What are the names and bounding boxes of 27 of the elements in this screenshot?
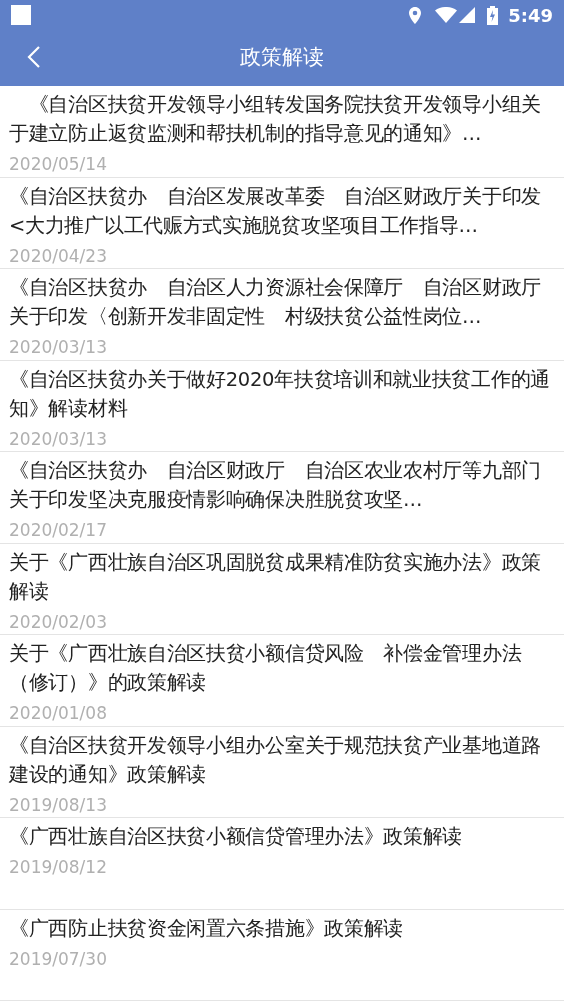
article-link[interactable]: 《自治区扶贫办 自治区发展改革委 自治区财政厅关于印发<大力推广以工代赈方式实施脱贫攻坚项目工作指导…: [9, 181, 555, 240]
article-date: 2020/02/17: [9, 519, 107, 542]
wifi-icon: [435, 7, 458, 23]
article-link[interactable]: 关于《广西壮族自治区巩固脱贫成果精准防贫实施办法》政策解读: [9, 547, 555, 606]
page-title: 政策解读: [240, 44, 324, 72]
article-date: 2020/01/08: [9, 702, 107, 725]
clock-time: 5:49: [508, 3, 553, 28]
article-date: 2019/07/30: [9, 947, 107, 971]
article-date: 2020/05/14: [9, 153, 107, 176]
battery-charging-icon: [487, 5, 499, 25]
article-link[interactable]: 《自治区扶贫办 自治区人力资源社会保障厅 自治区财政厅关于印发〈创新开发非固定性 村级扶贫公益性岗位…: [9, 273, 555, 331]
article-date: 2020/02/03: [9, 610, 107, 634]
article-link[interactable]: 《自治区扶贫开发领导小组转发国务院扶贫开发领导小组关于建立防止返贫监测和帮扶机制的指导意见的通知》…: [9, 90, 555, 148]
location-icon: [409, 6, 422, 24]
article-link[interactable]: 关于《广西壮族自治区扶贫小额信贷风险 补偿金管理办法（修订）》的政策解读: [9, 639, 555, 697]
article-date: 2019/08/12: [9, 856, 107, 879]
notification-icon: [11, 5, 31, 25]
signal-icon: [459, 7, 476, 23]
article-link[interactable]: 《自治区扶贫开发领导小组办公室关于规范扶贫产业基地道路建设的通知》政策解读: [9, 730, 555, 789]
article-date: 2020/03/13: [9, 427, 107, 451]
article-date: 2019/08/13: [9, 793, 107, 817]
article-link[interactable]: 《广西壮族自治区扶贫小额信贷管理办法》政策解读: [9, 822, 555, 851]
article-link[interactable]: 《广西防止扶贫资金闲置六条措施》政策解读: [9, 913, 555, 943]
article-date: 2020/03/13: [9, 336, 107, 359]
article-link[interactable]: 《自治区扶贫办 自治区财政厅 自治区农业农村厅等九部门关于印发坚决克服疫情影响确保决胜脱贫攻坚…: [9, 456, 555, 514]
article-date: 2020/04/23: [9, 244, 107, 268]
article-link[interactable]: 《自治区扶贫办关于做好2020年扶贫培训和就业扶贫工作的通知》解读材料: [9, 364, 555, 423]
